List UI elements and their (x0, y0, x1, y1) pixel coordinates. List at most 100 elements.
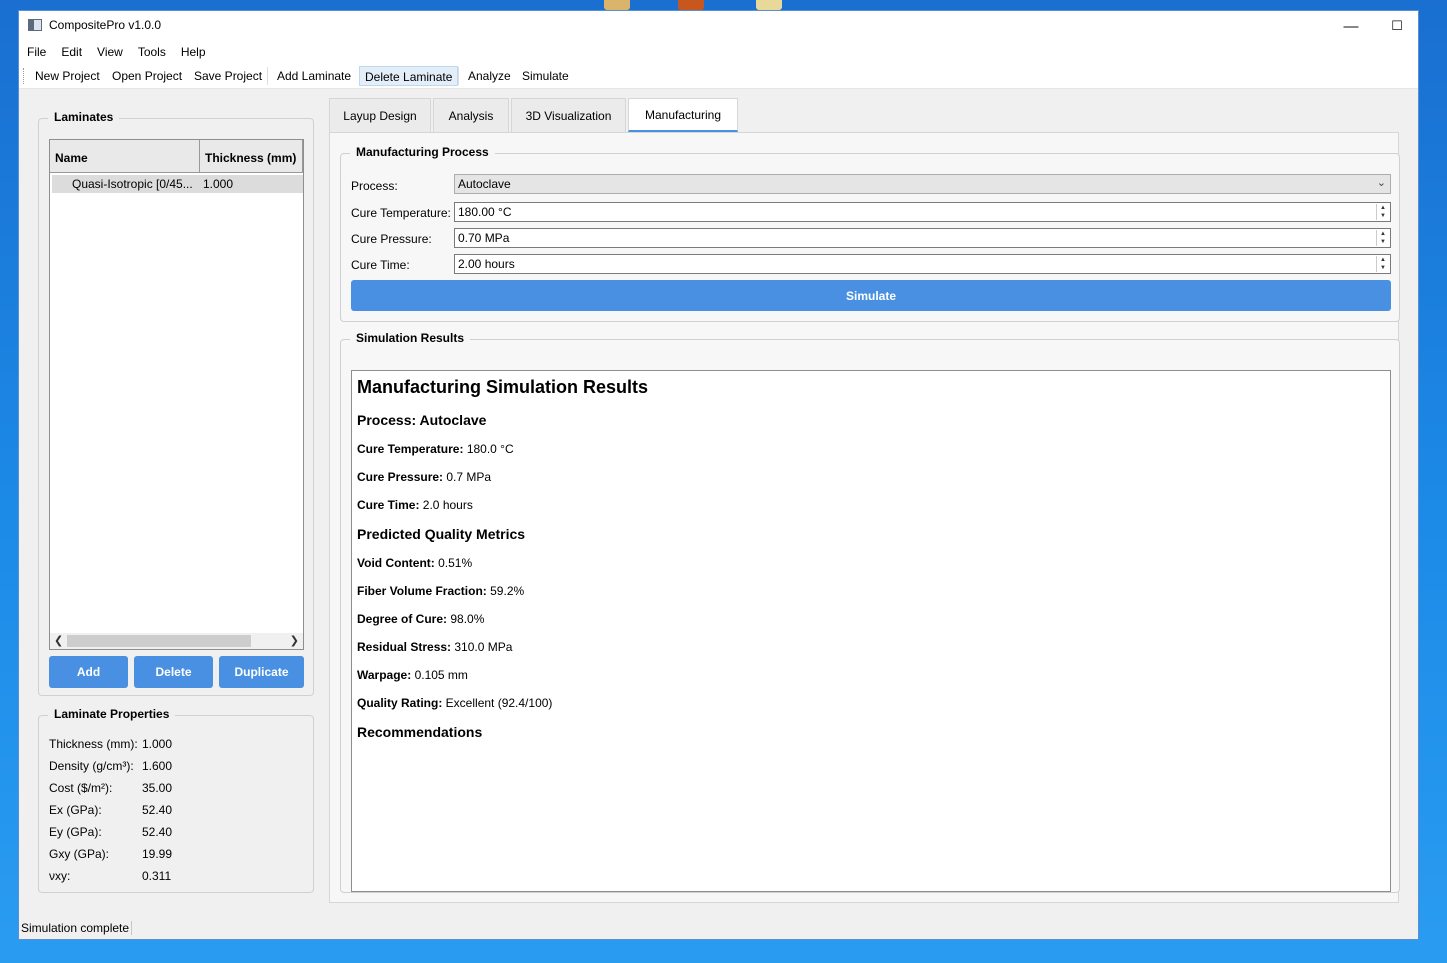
properties-group-title: Laminate Properties (48, 707, 176, 721)
cure-time-value: 2.00 hours (458, 257, 515, 271)
toolbar-separator (267, 67, 268, 85)
add-button[interactable]: Add (49, 656, 128, 688)
menu-help[interactable]: Help (173, 41, 213, 59)
laminates-group: Laminates Name Thickness (mm) Quasi-Isot… (38, 110, 314, 696)
prop-label-ex: Ex (GPa): (49, 803, 102, 817)
prop-label-vxy: νxy: (49, 869, 71, 883)
toolbar: New Project Open Project Save Project Ad… (19, 63, 1418, 89)
cure-temperature-label: Cure Temperature: (351, 206, 451, 220)
result-cure-pressure: Cure Pressure: 0.7 MPa (357, 470, 492, 484)
save-project-button[interactable]: Save Project (189, 66, 267, 86)
laminate-properties-group: Laminate Properties Thickness (mm): 1.00… (38, 707, 314, 893)
tab-manufacturing[interactable]: Manufacturing (628, 98, 738, 132)
simulate-toolbar-button[interactable]: Simulate (517, 66, 574, 86)
simulate-button[interactable]: Simulate (351, 280, 1391, 311)
column-header-name[interactable]: Name (50, 140, 200, 173)
spin-arrows-icon[interactable]: ▲ ▼ (1376, 204, 1389, 220)
prop-value-thickness: 1.000 (142, 737, 173, 751)
prop-value-vxy: 0.311 (142, 869, 172, 883)
open-project-button[interactable]: Open Project (107, 66, 187, 86)
cure-time-spinbox[interactable]: 2.00 hours ▲ ▼ (454, 254, 1391, 274)
row-thickness-cell: 1.000 (203, 177, 234, 191)
manufacturing-tab-pane: Manufacturing Process Process: Autoclave… (329, 132, 1400, 903)
title-bar[interactable]: CompositePro v1.0.0 — ☐ (19, 11, 1418, 41)
process-heading: Process: Autoclave (357, 412, 487, 428)
horizontal-scrollbar[interactable]: ❮ ❯ (50, 633, 303, 649)
scroll-left-icon[interactable]: ❮ (54, 634, 63, 647)
menu-tools[interactable]: Tools (130, 41, 173, 59)
prop-value-ex: 52.40 (142, 803, 173, 817)
prop-label-ey: Ey (GPa): (49, 825, 102, 839)
prop-value-gxy: 19.99 (142, 847, 173, 861)
metric-void-content: Void Content: 0.51% (357, 556, 473, 570)
result-cure-time: Cure Time: 2.0 hours (357, 498, 473, 512)
table-header: Name Thickness (mm) (50, 140, 303, 173)
app-window: CompositePro v1.0.0 — ☐ File Edit View Tool… (18, 10, 1419, 940)
menu-edit[interactable]: Edit (53, 41, 89, 59)
prop-value-ey: 52.40 (142, 825, 173, 839)
prop-value-cost: 35.00 (142, 781, 173, 795)
manufacturing-process-group: Manufacturing Process Process: Autoclave… (340, 145, 1400, 322)
tab-analysis[interactable]: Analysis (433, 98, 509, 132)
new-project-button[interactable]: New Project (30, 66, 105, 86)
column-header-thickness[interactable]: Thickness (mm) (200, 140, 303, 173)
result-cure-temperature: Cure Temperature: 180.0 °C (357, 442, 514, 456)
app-icon (28, 19, 42, 31)
results-text-area[interactable]: Manufacturing Simulation Results Process… (351, 370, 1391, 892)
prop-label-density: Density (g/cm³): (49, 759, 134, 773)
tab-layup-design[interactable]: Layup Design (329, 98, 431, 132)
cure-pressure-value: 0.70 MPa (458, 231, 510, 245)
metric-degree-of-cure: Degree of Cure: 98.0% (357, 612, 485, 626)
cure-temperature-value: 180.00 °C (458, 205, 512, 219)
cure-temperature-spinbox[interactable]: 180.00 °C ▲ ▼ (454, 202, 1391, 222)
scrollbar-thumb[interactable] (67, 635, 251, 647)
metric-residual-stress: Residual Stress: 310.0 MPa (357, 640, 513, 654)
row-name-cell: Quasi-Isotropic [0/45... (72, 177, 193, 191)
toolbar-separator (458, 67, 459, 85)
prop-label-thickness: Thickness (mm): (49, 737, 138, 751)
window-title: CompositePro v1.0.0 (49, 18, 162, 32)
minimize-icon (1328, 11, 1374, 41)
cure-pressure-spinbox[interactable]: 0.70 MPa ▲ ▼ (454, 228, 1391, 248)
delete-laminate-button[interactable]: Delete Laminate (359, 66, 459, 86)
scroll-right-icon[interactable]: ❯ (290, 634, 299, 647)
simulation-results-group: Simulation Results Manufacturing Simulat… (340, 331, 1400, 893)
menu-bar: File Edit View Tools Help (19, 41, 1418, 63)
menu-view[interactable]: View (89, 41, 130, 59)
laminates-table[interactable]: Name Thickness (mm) Quasi-Isotropic [0/4… (49, 139, 304, 650)
desktop-icon-1[interactable] (604, 0, 630, 10)
status-bar: Simulation complete (19, 915, 1418, 939)
metrics-heading: Predicted Quality Metrics (357, 526, 526, 542)
tab-3d-visualization[interactable]: 3D Visualization (511, 98, 626, 132)
metric-warpage: Warpage: 0.105 mm (357, 668, 468, 682)
laminates-group-title: Laminates (48, 110, 120, 124)
maximize-button[interactable]: ☐ (1374, 11, 1420, 41)
metric-fiber-volume-fraction: Fiber Volume Fraction: 59.2% (357, 584, 525, 598)
process-label: Process: (351, 179, 398, 193)
recommendations-heading: Recommendations (357, 724, 483, 740)
status-text: Simulation complete (21, 921, 133, 935)
spin-arrows-icon[interactable]: ▲ ▼ (1376, 230, 1389, 246)
process-select[interactable]: Autoclave ⌄ (454, 174, 1391, 194)
delete-button[interactable]: Delete (134, 656, 213, 688)
prop-label-cost: Cost ($/m²): (49, 781, 113, 795)
analyze-button[interactable]: Analyze (463, 66, 516, 86)
desktop-icon-2[interactable] (678, 0, 704, 10)
results-heading: Manufacturing Simulation Results (357, 377, 649, 397)
process-group-title: Manufacturing Process (350, 145, 495, 159)
table-row[interactable]: Quasi-Isotropic [0/45... 1.000 (52, 175, 303, 193)
spin-arrows-icon[interactable]: ▲ ▼ (1376, 256, 1389, 272)
cure-pressure-label: Cure Pressure: (351, 232, 432, 246)
cure-time-label: Cure Time: (351, 258, 410, 272)
results-group-title: Simulation Results (350, 331, 471, 345)
add-laminate-button[interactable]: Add Laminate (272, 66, 356, 86)
desktop-icon-3[interactable] (756, 0, 782, 10)
metric-quality-rating: Quality Rating: Excellent (92.4/100) (357, 696, 553, 710)
duplicate-button[interactable]: Duplicate (219, 656, 304, 688)
menu-file[interactable]: File (19, 41, 53, 59)
chevron-down-icon[interactable]: ⌄ (1377, 176, 1386, 189)
toolbar-grip[interactable] (23, 68, 25, 84)
prop-label-gxy: Gxy (GPa): (49, 847, 110, 861)
process-select-value: Autoclave (458, 177, 511, 191)
prop-value-density: 1.600 (142, 759, 173, 773)
